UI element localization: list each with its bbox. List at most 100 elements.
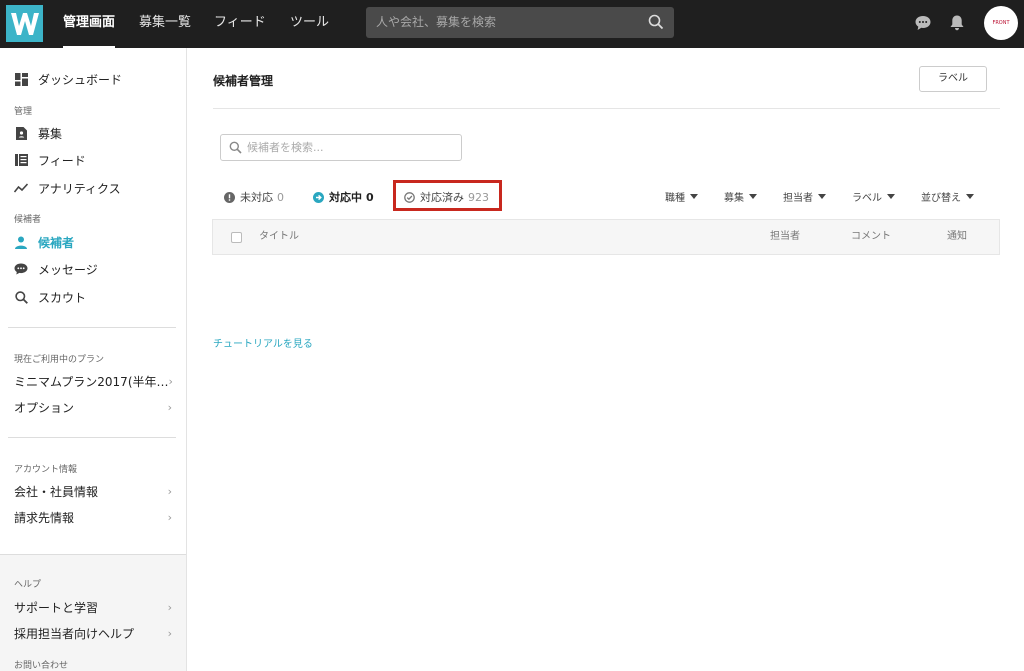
column-assignee[interactable]: 担当者: [770, 220, 800, 254]
tab-in-progress[interactable]: 対応中 0: [313, 188, 374, 206]
sidebar-item-feed[interactable]: フィード: [14, 150, 86, 170]
chat-icon[interactable]: [914, 14, 932, 32]
sidebar-link-billing[interactable]: 請求先情報 ›: [14, 508, 172, 526]
logo[interactable]: [6, 5, 43, 42]
sidebar-link-label: オプション: [14, 400, 75, 415]
caret-down-icon: [690, 194, 698, 199]
global-search-placeholder: 人や会社、募集を検索: [376, 15, 497, 29]
avatar[interactable]: FRONT: [984, 6, 1018, 40]
sidebar-section-plan: 現在ご利用中のプラン: [14, 355, 105, 365]
sidebar-link-label: サポートと学習: [14, 600, 99, 615]
avatar-logo-text: FRONT: [992, 20, 1010, 26]
sidebar-item-label: フィード: [38, 153, 86, 168]
column-notify[interactable]: 通知: [947, 220, 967, 254]
chat-icon: [14, 262, 28, 276]
filter-assignee[interactable]: 担当者: [783, 189, 826, 204]
tab-label: 対応中: [329, 191, 362, 204]
column-comment[interactable]: コメント: [851, 220, 891, 254]
tab-count: 0: [277, 190, 284, 204]
tab-label: 未対応: [240, 191, 273, 204]
top-bar: 管理画面 募集一覧 フィード ツール 人や会社、募集を検索 FRONT: [0, 0, 1024, 48]
table-header: タイトル 担当者 コメント 通知: [212, 219, 1000, 255]
chevron-right-icon: ›: [168, 374, 173, 388]
candidate-search-placeholder: 候補者を検索...: [247, 141, 324, 154]
filter-job[interactable]: 募集: [724, 189, 757, 204]
sidebar-link-recruiter-help[interactable]: 採用担当者向けヘルプ ›: [14, 624, 172, 642]
filter-label-text: ラベル: [852, 193, 882, 204]
sidebar-link-plan[interactable]: ミニマムプラン2017(半年… ›: [14, 372, 173, 390]
sidebar-link-label: 採用担当者向けヘルプ: [14, 626, 135, 641]
sidebar-link-label: ミニマムプラン2017(半年…: [14, 374, 169, 389]
person-icon: [14, 235, 28, 249]
sidebar-item-scout[interactable]: スカウト: [14, 287, 86, 307]
sidebar-link-label: 請求先情報: [14, 510, 75, 525]
tab-count: 0: [366, 190, 374, 204]
logo-w-icon: [10, 12, 39, 35]
filter-label: 担当者: [783, 193, 813, 204]
sidebar-divider: [8, 437, 176, 438]
sidebar-item-messages[interactable]: メッセージ: [14, 259, 98, 279]
arrow-right-circle-icon: [313, 191, 324, 203]
page-title: 候補者管理: [213, 74, 274, 88]
tab-unhandled[interactable]: 未対応 0: [224, 188, 284, 206]
exclamation-circle-icon: [224, 191, 235, 203]
select-all-checkbox[interactable]: [231, 232, 242, 243]
filter-label: 募集: [724, 193, 744, 204]
sidebar-link-options[interactable]: オプション ›: [14, 398, 172, 416]
search-icon: [14, 290, 28, 304]
chevron-right-icon: ›: [167, 600, 172, 614]
sidebar-item-label: メッセージ: [38, 262, 98, 277]
nav-tools[interactable]: ツール: [290, 0, 329, 48]
filter-label: 並び替え: [921, 193, 961, 204]
sidebar-section-manage: 管理: [14, 107, 33, 117]
caret-down-icon: [887, 194, 895, 199]
caret-down-icon: [749, 194, 757, 199]
filter-label: 職種: [665, 193, 685, 204]
nav-jobs[interactable]: 募集一覧: [139, 0, 191, 48]
sidebar-link-support[interactable]: サポートと学習 ›: [14, 598, 172, 616]
filter-label[interactable]: ラベル: [852, 189, 895, 204]
label-button[interactable]: ラベル: [919, 66, 987, 92]
nav-admin[interactable]: 管理画面: [63, 0, 116, 48]
sidebar: ダッシュボード 管理 募集 フィード アナリティクス 候補者 候補者 メッセージ: [0, 48, 187, 671]
search-icon: [229, 141, 242, 154]
sidebar-item-label: アナリティクス: [38, 181, 121, 196]
document-icon: [14, 126, 28, 140]
sidebar-section-help: ヘルプ: [14, 580, 42, 590]
line-chart-icon: [14, 181, 28, 195]
column-title[interactable]: タイトル: [259, 220, 299, 254]
nav-feed[interactable]: フィード: [214, 0, 266, 48]
caret-down-icon: [818, 194, 826, 199]
sidebar-item-dashboard[interactable]: ダッシュボード: [14, 69, 122, 89]
global-search-input[interactable]: 人や会社、募集を検索: [366, 7, 674, 38]
sidebar-divider: [8, 327, 176, 328]
tutorial-link[interactable]: チュートリアルを見る: [213, 335, 313, 350]
sidebar-link-label: 会社・社員情報: [14, 484, 99, 499]
sidebar-item-label: 候補者: [38, 235, 75, 250]
candidate-search-input[interactable]: 候補者を検索...: [220, 134, 462, 161]
sidebar-item-jobs[interactable]: 募集: [14, 123, 62, 143]
highlight-box: [393, 180, 502, 211]
chevron-right-icon: ›: [167, 400, 172, 414]
caret-down-icon: [966, 194, 974, 199]
filter-job-type[interactable]: 職種: [665, 189, 698, 204]
sidebar-item-analytics[interactable]: アナリティクス: [14, 178, 121, 198]
sidebar-item-label: スカウト: [38, 290, 87, 305]
bell-icon[interactable]: [948, 14, 966, 32]
sidebar-help-section: ヘルプ サポートと学習 › 採用担当者向けヘルプ › お問い合わせ: [0, 554, 186, 671]
sidebar-section-contact: お問い合わせ: [14, 661, 69, 671]
header-divider: [213, 108, 1000, 109]
sidebar-item-candidates[interactable]: 候補者: [14, 232, 74, 252]
filter-sort[interactable]: 並び替え: [921, 189, 974, 204]
sidebar-item-label: 募集: [38, 126, 63, 141]
chevron-right-icon: ›: [167, 626, 172, 640]
dashboard-icon: [14, 72, 28, 86]
sidebar-section-candidates: 候補者: [14, 215, 42, 225]
chevron-right-icon: ›: [167, 484, 172, 498]
chevron-right-icon: ›: [167, 510, 172, 524]
newspaper-icon: [14, 153, 28, 167]
sidebar-link-company-info[interactable]: 会社・社員情報 ›: [14, 482, 172, 500]
sidebar-item-label: ダッシュボード: [38, 72, 123, 87]
sidebar-section-account: アカウント情報: [14, 465, 78, 475]
search-icon[interactable]: [648, 14, 664, 30]
